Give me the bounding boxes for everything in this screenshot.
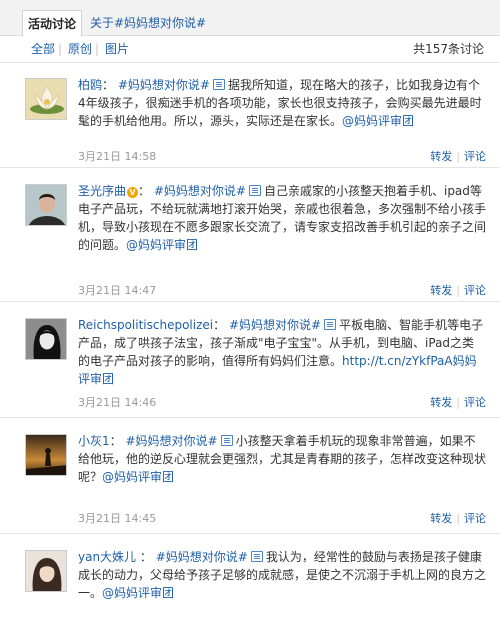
post-actions: 转发 | 评论 xyxy=(430,394,486,410)
woman-portrait-avatar[interactable] xyxy=(25,318,67,360)
tab-topic-link[interactable]: 关于#妈妈想对你说# xyxy=(90,10,206,37)
filter-images[interactable]: 图片 xyxy=(105,37,129,61)
man-portrait-avatar[interactable] xyxy=(25,184,67,226)
action-separator: | xyxy=(456,512,460,525)
post-mention[interactable]: @妈妈评审团 xyxy=(126,238,198,252)
comment-button[interactable]: 评论 xyxy=(464,284,486,297)
post-content: yan大姝儿 ： #妈妈想对你说# 我认为，经常性的鼓励与表扬是孩子健康成长的动力… xyxy=(78,548,486,602)
forward-button[interactable]: 转发 xyxy=(430,512,452,525)
discussion-tabs: 活动讨论 关于#妈妈想对你说# xyxy=(0,0,500,37)
topic-badge-icon xyxy=(250,551,263,562)
author-colon: ： xyxy=(109,434,122,448)
post-item: 圣光序曲 V： #妈妈想对你说# 自己亲戚家的小孩整天抱着手机、ipad等电子产品玩… xyxy=(0,168,500,302)
topic-badge-icon xyxy=(212,79,225,90)
post-content: 圣光序曲 V： #妈妈想对你说# 自己亲戚家的小孩整天抱着手机、ipad等电子产品玩… xyxy=(78,182,486,254)
post-author[interactable]: yan大姝儿 xyxy=(78,550,136,564)
post-item: 柏鸥： #妈妈想对你说# 据我所知道，现在略大的孩子，比如我身边有个4年级孩子，很… xyxy=(0,64,500,168)
post-time[interactable]: 3月21日 14:58 xyxy=(78,148,156,164)
post-author[interactable]: 柏鸥 xyxy=(78,78,102,92)
filter-original[interactable]: 原创 xyxy=(68,37,92,61)
post-time[interactable]: 3月21日 14:47 xyxy=(78,282,156,298)
topic-badge-icon xyxy=(324,319,337,330)
filter-separator: | xyxy=(95,42,100,56)
comment-button[interactable]: 评论 xyxy=(464,396,486,409)
discussion-count: 共157条讨论 xyxy=(413,42,484,56)
topic-badge-icon xyxy=(248,185,261,196)
post-topic-link[interactable]: #妈妈想对你说# xyxy=(125,434,217,448)
post-content: 小灰1： #妈妈想对你说# 小孩整天拿着手机玩的现象非常普遍，如果不给他玩，他的逆… xyxy=(78,432,486,486)
forward-button[interactable]: 转发 xyxy=(430,396,452,409)
post-author[interactable]: 圣光序曲 xyxy=(78,184,126,198)
post-actions: 转发 | 评论 xyxy=(430,510,486,526)
post-mention[interactable]: @妈妈评审团 xyxy=(342,114,414,128)
post-url-link[interactable]: http://t.cn/zYkfPaA xyxy=(342,354,453,368)
post-author[interactable]: 小灰1 xyxy=(78,434,110,448)
action-separator: | xyxy=(456,396,460,409)
action-separator: | xyxy=(456,150,460,163)
sunset-silhouette-avatar[interactable] xyxy=(25,434,67,476)
verified-badge-icon: V xyxy=(127,187,139,198)
girl-portrait-avatar[interactable] xyxy=(25,550,67,592)
post-item: 小灰1： #妈妈想对你说# 小孩整天拿着手机玩的现象非常普遍，如果不给他玩，他的逆… xyxy=(0,418,500,534)
post-item: Reichspolitischepolizei： #妈妈想对你说# 平板电脑、智能… xyxy=(0,302,500,418)
lotus-flower-avatar[interactable] xyxy=(25,78,67,120)
forward-button[interactable]: 转发 xyxy=(430,284,452,297)
author-colon: ： xyxy=(213,318,226,332)
author-colon: ： xyxy=(138,184,151,198)
post-topic-link[interactable]: #妈妈想对你说# xyxy=(118,78,210,92)
topic-badge-icon xyxy=(220,435,233,446)
post-content: 柏鸥： #妈妈想对你说# 据我所知道，现在略大的孩子，比如我身边有个4年级孩子，很… xyxy=(78,76,486,130)
post-content: Reichspolitischepolizei： #妈妈想对你说# 平板电脑、智能… xyxy=(78,316,486,388)
author-colon: ： xyxy=(102,78,115,92)
post-time[interactable]: 3月21日 14:45 xyxy=(78,510,156,526)
post-mention[interactable]: @妈妈评审团 xyxy=(102,470,174,484)
post-topic-link[interactable]: #妈妈想对你说# xyxy=(229,318,321,332)
post-time[interactable]: 3月21日 14:46 xyxy=(78,394,156,410)
post-item: yan大姝儿 ： #妈妈想对你说# 我认为，经常性的鼓励与表扬是孩子健康成长的动力… xyxy=(0,534,500,618)
forward-button[interactable]: 转发 xyxy=(430,150,452,163)
comment-button[interactable]: 评论 xyxy=(464,512,486,525)
post-author[interactable]: Reichspolitischepolizei xyxy=(78,318,213,332)
post-actions: 转发 | 评论 xyxy=(430,282,486,298)
post-mention[interactable]: @妈妈评审团 xyxy=(102,586,174,600)
post-topic-link[interactable]: #妈妈想对你说# xyxy=(154,184,246,198)
filter-separator: | xyxy=(58,42,63,56)
filter-bar: 全部 | 原创 | 图片 共157条讨论 xyxy=(0,37,500,63)
author-colon: ： xyxy=(136,550,152,564)
post-topic-link[interactable]: #妈妈想对你说# xyxy=(156,550,248,564)
action-separator: | xyxy=(456,284,460,297)
tab-activity-discussion[interactable]: 活动讨论 xyxy=(22,10,82,37)
filter-all[interactable]: 全部 xyxy=(31,37,55,61)
comment-button[interactable]: 评论 xyxy=(464,150,486,163)
post-actions: 转发 | 评论 xyxy=(430,148,486,164)
